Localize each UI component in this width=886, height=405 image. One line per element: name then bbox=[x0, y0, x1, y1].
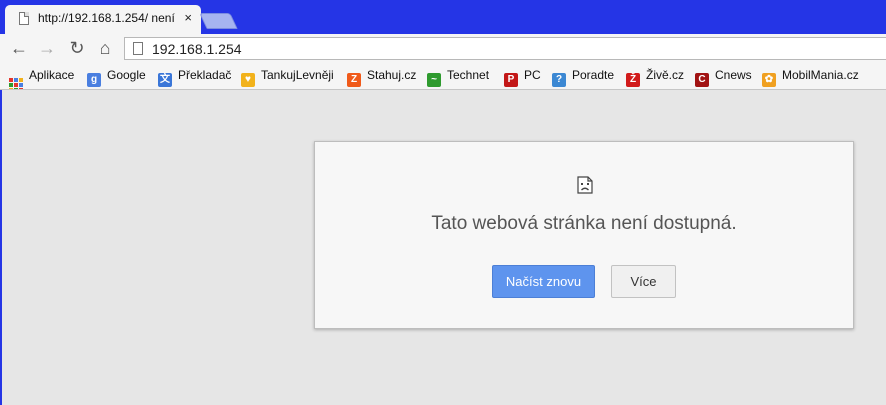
bookmark-poradte[interactable]: ? Poradte bbox=[552, 67, 615, 87]
page-icon bbox=[19, 12, 29, 25]
reload-page-button[interactable]: Načíst znovu bbox=[492, 265, 595, 298]
bookmark-pc[interactable]: P PC bbox=[504, 67, 541, 87]
bookmark-label: Google bbox=[107, 68, 146, 82]
bookmark-překladač[interactable]: 文 Překladač bbox=[158, 67, 232, 87]
technet-icon: ~ bbox=[427, 73, 441, 87]
mobilmania-icon: ✿ bbox=[762, 73, 776, 87]
bookmark-label: Aplikace bbox=[29, 68, 75, 82]
browser-tab[interactable]: http://192.168.1.254/ není × bbox=[5, 5, 201, 34]
tab-strip: http://192.168.1.254/ není × bbox=[0, 0, 886, 34]
bookmark-label: Živě.cz bbox=[646, 68, 685, 82]
cnews-icon: C bbox=[695, 73, 709, 87]
error-box: Tato webová stránka není dostupná. Načís… bbox=[314, 141, 854, 329]
fuel-icon: ♥ bbox=[241, 73, 255, 87]
tab-title: http://192.168.1.254/ není bbox=[38, 11, 175, 25]
forward-button[interactable]: → bbox=[36, 37, 58, 59]
bookmark-label: Překladač bbox=[178, 68, 232, 82]
apps-grid-icon bbox=[9, 78, 23, 89]
google-icon: g bbox=[87, 73, 101, 87]
url-input[interactable] bbox=[152, 40, 752, 57]
bookmark-label: Poradte bbox=[572, 68, 615, 82]
bookmark-mobilmania-cz[interactable]: ✿ MobilMania.cz bbox=[762, 67, 859, 87]
bookmark-aplikace[interactable]: Aplikace bbox=[9, 67, 75, 89]
close-tab-icon[interactable]: × bbox=[184, 10, 192, 25]
more-button[interactable]: Více bbox=[611, 265, 676, 298]
reload-button[interactable]: ↻ bbox=[66, 37, 88, 59]
new-tab-button[interactable] bbox=[199, 13, 238, 29]
stahuj-icon: Z bbox=[347, 73, 361, 87]
bookmark-stahuj-cz[interactable]: Z Stahuj.cz bbox=[347, 67, 417, 87]
browser-toolbar: ← → ↻ ⌂ bbox=[0, 34, 886, 62]
bookmark-label: TankujLevněji bbox=[261, 68, 334, 82]
bookmark-živě-cz[interactable]: Ž Živě.cz bbox=[626, 67, 685, 87]
bookmark-cnews[interactable]: C Cnews bbox=[695, 67, 752, 87]
poradte-icon: ? bbox=[552, 73, 566, 87]
bookmark-technet[interactable]: ~ Technet bbox=[427, 67, 490, 87]
omnibox[interactable] bbox=[124, 37, 886, 60]
bookmarks-bar: Aplikace g Google 文 Překladač ♥ TankujLevněji Z… bbox=[0, 62, 886, 90]
page-content: Tato webová stránka není dostupná. Načís… bbox=[2, 90, 886, 405]
error-title: Tato webová stránka není dostupná. bbox=[431, 213, 737, 234]
bookmark-label: MobilMania.cz bbox=[782, 68, 859, 82]
pc-icon: P bbox=[504, 73, 518, 87]
bookmark-label: Cnews bbox=[715, 68, 752, 82]
home-button[interactable]: ⌂ bbox=[94, 37, 116, 59]
back-button[interactable]: ← bbox=[8, 37, 30, 59]
bookmark-tankujlevněji[interactable]: ♥ TankujLevněji bbox=[241, 67, 334, 87]
zive-icon: Ž bbox=[626, 73, 640, 87]
bookmark-label: Technet bbox=[447, 68, 490, 82]
page-icon bbox=[133, 42, 143, 55]
sad-page-icon bbox=[577, 176, 593, 194]
bookmark-label: PC bbox=[524, 68, 541, 82]
translate-icon: 文 bbox=[158, 73, 172, 87]
bookmark-google[interactable]: g Google bbox=[87, 67, 146, 87]
bookmark-label: Stahuj.cz bbox=[367, 68, 417, 82]
